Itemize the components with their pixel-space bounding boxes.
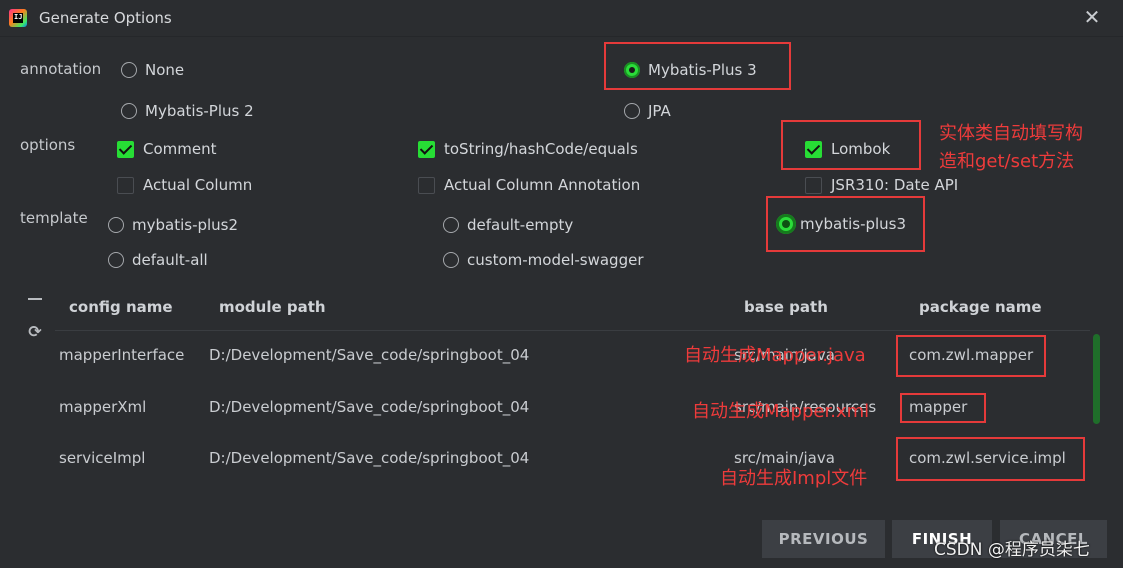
template-radio-default-all[interactable]: default-all xyxy=(108,251,208,269)
option-tostring-checkbox[interactable]: toString/hashCode/equals xyxy=(418,140,638,158)
mapper-annotation-note: 自动生成Mapper.java xyxy=(684,345,866,366)
impl-annotation-note: 自动生成Impl文件 xyxy=(720,468,868,489)
column-header-module-path[interactable]: module path xyxy=(219,298,326,316)
cell-module-path: D:/Development/Save_code/springboot_04 xyxy=(209,398,530,416)
xml-annotation-note: 自动生成Mapper.xml xyxy=(692,401,870,422)
cell-config-name: mapperXml xyxy=(59,398,147,416)
radio-label: default-empty xyxy=(467,216,574,234)
csdn-watermark: CSDN @程序员柒七 xyxy=(934,540,1090,560)
annotation-label: annotation xyxy=(20,60,102,78)
radio-icon xyxy=(443,252,459,268)
radio-label: mybatis-plus2 xyxy=(132,216,239,234)
option-comment-checkbox[interactable]: Comment xyxy=(117,140,217,158)
intellij-app-icon: IJ xyxy=(9,9,27,27)
option-jsr310-checkbox[interactable]: JSR310: Date API xyxy=(805,176,958,194)
radio-icon xyxy=(108,252,124,268)
radio-icon xyxy=(121,62,137,78)
table-header-divider xyxy=(55,330,1090,331)
cell-config-name: mapperInterface xyxy=(59,346,185,364)
checkbox-label: Actual Column Annotation xyxy=(444,176,641,194)
checkbox-label: JSR310: Date API xyxy=(831,176,959,194)
checkbox-checked-icon xyxy=(117,140,134,158)
table-scrollbar[interactable] xyxy=(1093,334,1100,424)
radio-label: custom-model-swagger xyxy=(467,251,644,269)
highlight-box xyxy=(900,393,986,423)
column-header-package-name[interactable]: package name xyxy=(919,298,1042,316)
column-header-config-name[interactable]: config name xyxy=(69,298,173,316)
checkbox-checked-icon xyxy=(418,140,435,158)
checkbox-icon xyxy=(805,176,822,194)
template-label: template xyxy=(20,209,88,227)
annotation-radio-mybatis-plus-2[interactable]: Mybatis-Plus 2 xyxy=(121,102,254,120)
template-radio-mybatis-plus2[interactable]: mybatis-plus2 xyxy=(108,216,238,234)
remove-row-icon[interactable] xyxy=(28,298,42,300)
radio-label: Mybatis-Plus 2 xyxy=(145,102,254,120)
radio-icon xyxy=(624,103,640,119)
radio-label: None xyxy=(145,61,185,79)
radio-icon xyxy=(121,103,137,119)
checkbox-label: Comment xyxy=(143,140,217,158)
previous-button[interactable]: PREVIOUS xyxy=(762,520,885,558)
close-icon[interactable]: ✕ xyxy=(1081,6,1103,28)
option-actual-column-checkbox[interactable]: Actual Column xyxy=(117,176,252,194)
highlight-box xyxy=(896,335,1046,377)
column-header-base-path[interactable]: base path xyxy=(744,298,828,316)
checkbox-icon xyxy=(117,176,134,194)
lombok-annotation-note: 实体类自动填写构 xyxy=(939,123,1083,144)
refresh-icon[interactable]: ⟳ xyxy=(27,324,43,340)
cell-config-name: serviceImpl xyxy=(59,449,146,467)
radio-label: JPA xyxy=(648,102,671,120)
lombok-annotation-note-line2: 造和get/set方法 xyxy=(939,151,1075,172)
option-actual-column-annotation-checkbox[interactable]: Actual Column Annotation xyxy=(418,176,640,194)
options-label: options xyxy=(20,136,76,154)
highlight-box xyxy=(781,120,921,170)
radio-icon xyxy=(108,217,124,233)
radio-label: default-all xyxy=(132,251,208,269)
title-bar: IJ Generate Options ✕ xyxy=(0,0,1123,37)
radio-icon xyxy=(443,217,459,233)
annotation-radio-jpa[interactable]: JPA xyxy=(624,102,671,120)
highlight-box xyxy=(896,437,1085,481)
annotation-radio-none[interactable]: None xyxy=(121,61,184,79)
highlight-box xyxy=(766,196,925,252)
checkbox-label: Actual Column xyxy=(143,176,253,194)
checkbox-icon xyxy=(418,176,435,194)
cell-module-path: D:/Development/Save_code/springboot_04 xyxy=(209,346,530,364)
cell-module-path: D:/Development/Save_code/springboot_04 xyxy=(209,449,530,467)
cell-base-path: src/main/java xyxy=(734,449,835,467)
checkbox-label: toString/hashCode/equals xyxy=(444,140,638,158)
template-radio-default-empty[interactable]: default-empty xyxy=(443,216,573,234)
template-radio-custom-model-swagger[interactable]: custom-model-swagger xyxy=(443,251,643,269)
highlight-box xyxy=(604,42,791,90)
window-title: Generate Options xyxy=(39,9,172,27)
